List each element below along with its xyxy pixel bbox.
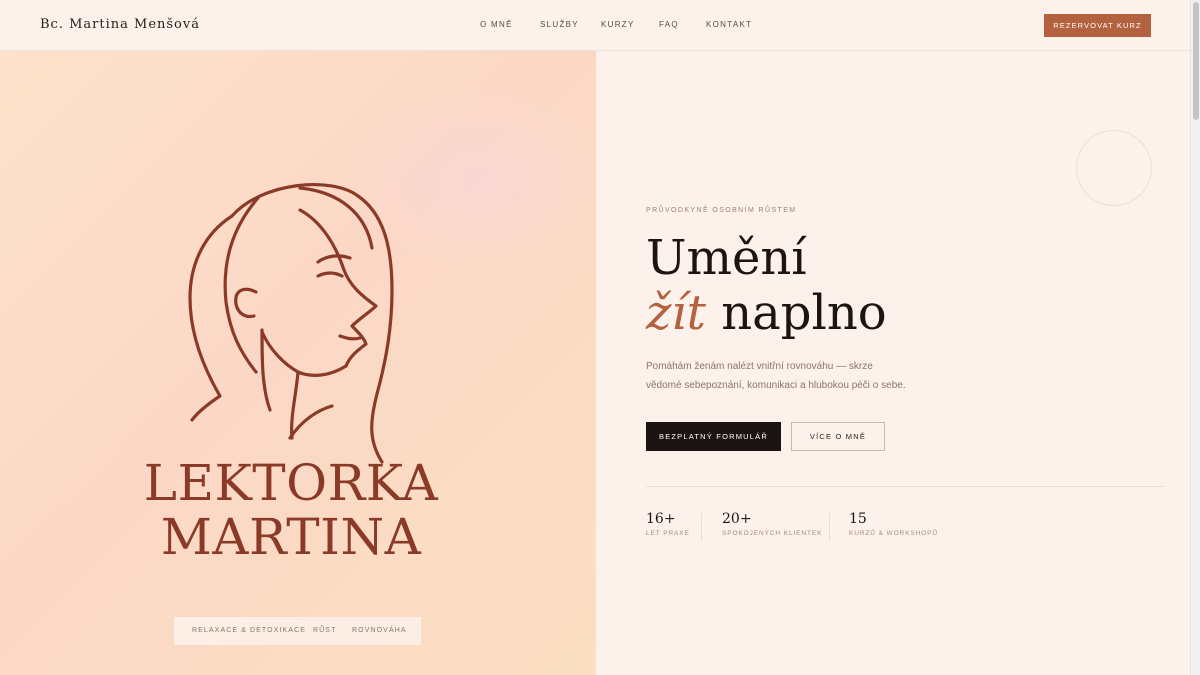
stat-label: SPOKOJENÝCH KLIENTEK bbox=[722, 530, 823, 537]
topic-tags: RELAXACE & DETOXIKACE RŮST ROVNOVÁHA bbox=[174, 617, 421, 645]
logo-text-martina: MARTINA bbox=[160, 508, 422, 566]
stats-divider bbox=[646, 486, 1165, 487]
brand-name[interactable]: Bc. Martina Menšová bbox=[40, 17, 200, 32]
hero-eyebrow: PRŮVODKYNĚ OSOBNÍM RŮSTEM bbox=[646, 207, 797, 214]
nav-item-o-mne[interactable]: O MNĚ bbox=[480, 20, 513, 29]
tag-rust: RŮST bbox=[313, 627, 337, 634]
headline-rest: naplno bbox=[721, 285, 887, 341]
stat-clients: 20+ SPOKOJENÝCH KLIENTEK bbox=[722, 511, 822, 537]
headline-accent: žít bbox=[646, 285, 706, 341]
woman-profile-icon bbox=[188, 182, 394, 464]
stat-value: 20+ bbox=[722, 511, 752, 527]
nav-item-kontakt[interactable]: KONTAKT bbox=[706, 20, 752, 29]
free-form-button[interactable]: BEZPLATNÝ FORMULÁŘ bbox=[646, 422, 781, 451]
stat-separator bbox=[701, 513, 702, 541]
nav-item-faq[interactable]: FAQ bbox=[659, 20, 679, 29]
about-me-button[interactable]: VÍCE O MNĚ bbox=[791, 422, 885, 451]
page-scrollbar[interactable] bbox=[1190, 0, 1200, 675]
scrollbar-thumb[interactable] bbox=[1193, 2, 1199, 120]
reserve-course-button[interactable]: REZERVOVAT KURZ bbox=[1044, 14, 1151, 37]
stat-value: 15 bbox=[849, 511, 867, 527]
hero-visual-panel: LEKTORKA MARTINA RELAXACE & DETOXIKACE R… bbox=[0, 51, 596, 675]
site-header: Bc. Martina Menšová O MNĚ SLUŽBY KURZY F… bbox=[0, 0, 1190, 51]
decorative-circle bbox=[1076, 130, 1152, 206]
stat-courses: 15 KURZŮ & WORKSHOPŮ bbox=[849, 511, 938, 537]
stat-separator bbox=[829, 513, 830, 541]
logo-text-lektorka: LEKTORKA bbox=[143, 454, 439, 512]
nav-item-kurzy[interactable]: KURZY bbox=[601, 20, 635, 29]
stat-experience: 16+ LET PRAXE bbox=[646, 511, 690, 537]
stat-label: LET PRAXE bbox=[646, 530, 690, 537]
stat-value: 16+ bbox=[646, 511, 676, 527]
headline-line-1: Umění bbox=[646, 230, 807, 286]
stat-label: KURZŮ & WORKSHOPŮ bbox=[849, 530, 938, 537]
nav-item-sluzby[interactable]: SLUŽBY bbox=[540, 20, 579, 29]
hero-description: Pomáhám ženám nalézt vnitřní rovnováhu —… bbox=[646, 361, 906, 391]
hero-headline: Umění žít naplno bbox=[646, 231, 1046, 341]
tag-rovnovaha: ROVNOVÁHA bbox=[352, 627, 407, 634]
hero-content-panel: PRŮVODKYNĚ OSOBNÍM RŮSTEM Umění žít napl… bbox=[596, 51, 1190, 675]
tag-relaxace: RELAXACE & DETOXIKACE bbox=[192, 627, 307, 634]
